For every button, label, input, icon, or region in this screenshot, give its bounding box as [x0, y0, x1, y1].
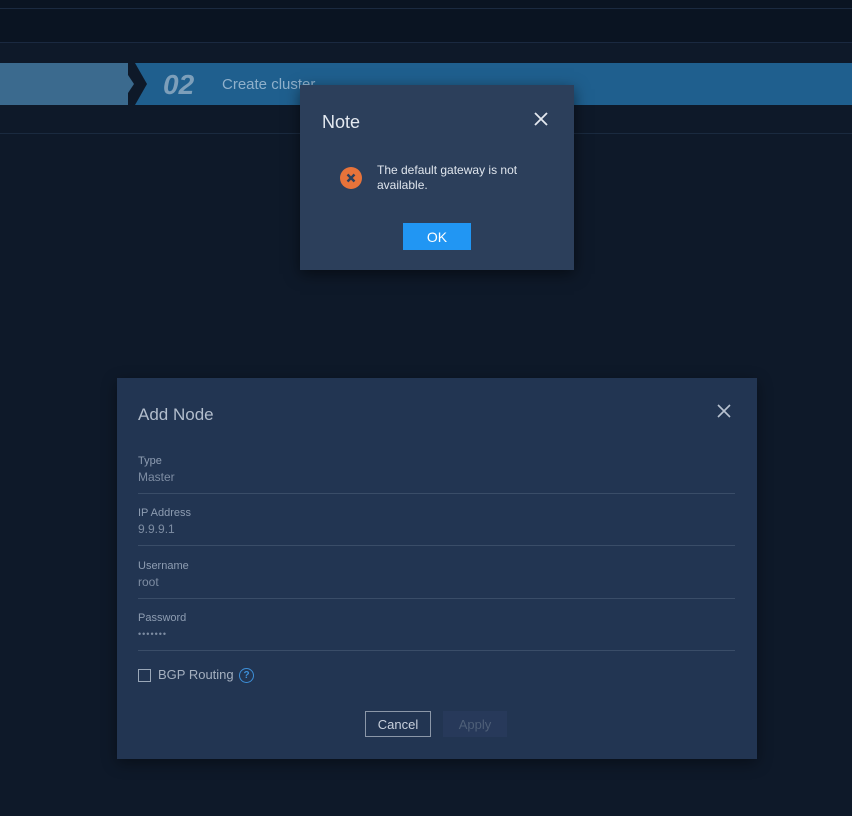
note-title: Note — [322, 112, 361, 132]
type-field[interactable]: Type Master — [138, 455, 735, 494]
apply-button[interactable]: Apply — [443, 711, 507, 737]
ip-address-input[interactable]: 9.9.9.1 — [138, 522, 438, 536]
dialog-title: Add Node — [138, 405, 214, 424]
error-icon — [340, 167, 362, 189]
add-node-dialog: Add Node Type Master IP Address 9.9.9.1 … — [117, 378, 757, 759]
type-label: Type — [138, 455, 162, 467]
close-icon[interactable] — [531, 109, 551, 129]
note-dialog: Note The default gateway is not availabl… — [300, 85, 574, 270]
top-divider — [0, 8, 852, 9]
help-icon[interactable]: ? — [239, 668, 254, 683]
bgp-routing-label: BGP Routing — [158, 667, 234, 682]
bgp-routing-checkbox[interactable] — [138, 669, 151, 682]
step-number: 02 — [163, 69, 195, 100]
step-notch — [135, 63, 147, 105]
close-icon[interactable] — [715, 402, 733, 420]
wizard-step-previous — [0, 63, 128, 105]
note-message: The default gateway is not available. — [377, 163, 518, 192]
ip-address-label: IP Address — [138, 507, 191, 519]
password-input[interactable]: ••••••• — [138, 629, 438, 639]
top-bar — [0, 0, 852, 43]
password-label: Password — [138, 612, 187, 624]
password-field[interactable]: Password ••••••• — [138, 612, 735, 651]
username-field[interactable]: Username root — [138, 560, 735, 599]
type-value[interactable]: Master — [138, 470, 438, 484]
ip-address-field[interactable]: IP Address 9.9.9.1 — [138, 507, 735, 546]
ok-button[interactable]: OK — [403, 223, 471, 250]
username-label: Username — [138, 560, 189, 572]
step-arrow — [120, 63, 134, 105]
username-input[interactable]: root — [138, 575, 438, 589]
cancel-button[interactable]: Cancel — [365, 711, 431, 737]
